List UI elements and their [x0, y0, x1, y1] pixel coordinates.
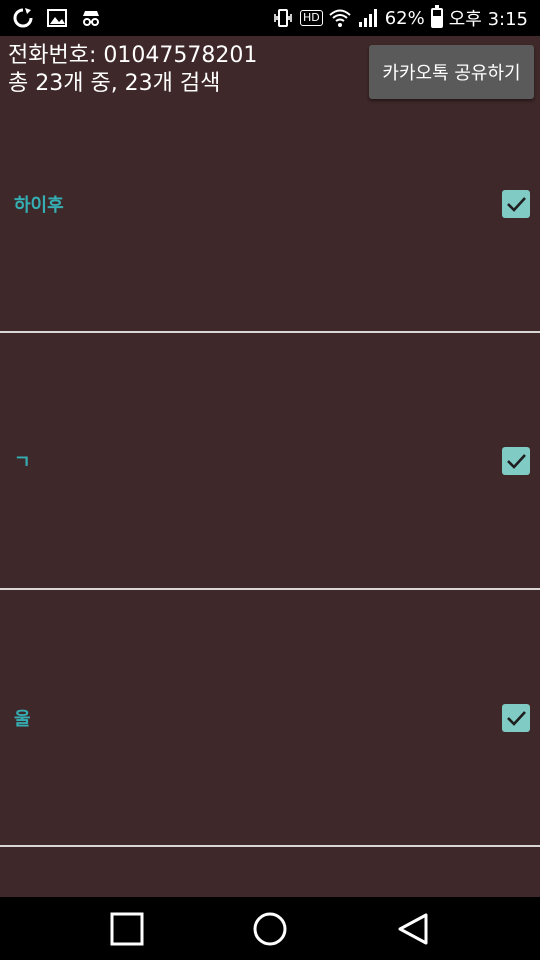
battery-percent: 62% [384, 7, 425, 29]
list-item-label: 하이후 [14, 194, 64, 216]
list-item-label: ㄱ [14, 451, 31, 473]
incognito-icon [83, 11, 99, 26]
list-item[interactable]: 하이후 [0, 76, 540, 333]
recent-apps-icon [110, 912, 144, 945]
hd-icon: HD [299, 10, 323, 26]
list-item-checkbox[interactable] [502, 189, 530, 218]
phone-number-label: 전화번호: 01047578201 [8, 43, 258, 68]
list-item-checkbox[interactable] [502, 703, 530, 732]
wifi-icon [329, 9, 351, 27]
list-item-checkbox[interactable] [502, 446, 530, 475]
contact-list: 하이후 ㄱ 울 [0, 76, 540, 847]
home-icon [253, 912, 287, 945]
check-icon [507, 196, 526, 212]
sync-icon [13, 8, 33, 28]
navigation-bar [0, 897, 540, 960]
home-button[interactable] [225, 897, 315, 960]
recent-apps-button[interactable] [82, 897, 172, 960]
clock: 오후 3:15 [448, 9, 528, 30]
back-button[interactable] [368, 897, 458, 960]
signal-icon [358, 9, 377, 27]
status-bar-left [0, 7, 102, 29]
vibrate-icon [274, 9, 292, 27]
check-icon [507, 710, 526, 726]
back-icon [398, 913, 428, 944]
status-bar-right: HD 62% 오후 3:15 [272, 5, 540, 31]
status-bar: HD 62% 오후 3:15 [0, 0, 540, 36]
list-item[interactable]: 울 [0, 590, 540, 847]
battery-icon [430, 5, 443, 28]
battery-level-fill [432, 16, 441, 26]
image-icon [47, 9, 67, 27]
check-icon [507, 453, 526, 469]
list-item-label: 울 [14, 708, 31, 730]
list-item[interactable]: ㄱ [0, 333, 540, 590]
